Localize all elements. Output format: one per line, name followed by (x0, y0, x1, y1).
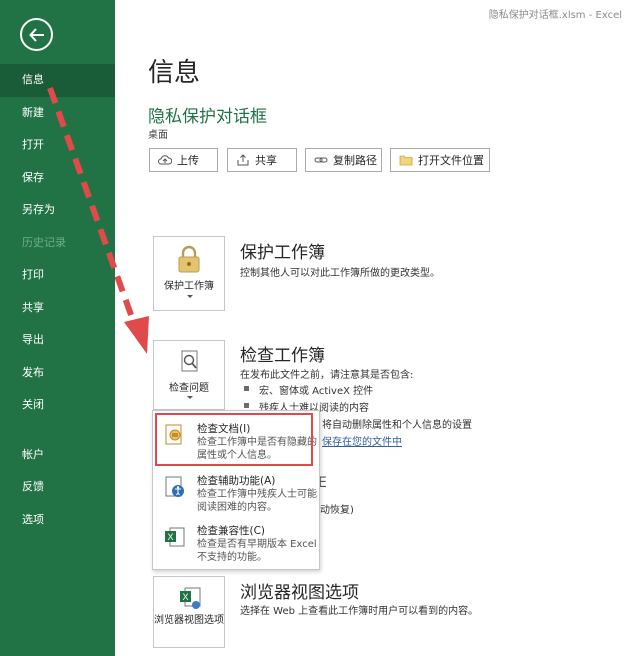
nav-options[interactable]: 选项 (0, 504, 115, 537)
svg-text:X: X (168, 532, 174, 542)
document-title: 隐私保护对话框 (148, 107, 267, 127)
cloud-upload-icon (158, 155, 172, 165)
menu-check-compatibility-desc: 检查是否有早期版本 Excel 不支持的功能。 (197, 539, 317, 563)
browser-view-options-label: 浏览器视图选项 (154, 615, 224, 626)
menu-check-accessibility[interactable]: 检查辅助功能(A) 检查工作簿中残疾人士可能阅读困难的内容。 (153, 471, 319, 519)
svg-text:X: X (183, 592, 189, 602)
compatibility-icon: X (165, 527, 185, 547)
inspect-document-icon (181, 350, 198, 372)
document-location: 桌面 (148, 130, 168, 141)
upload-label: 上传 (177, 154, 199, 167)
excel-backstage: 信息 新建 打开 保存 另存为 历史记录 打印 共享 导出 发布 关闭 帐户 反… (0, 0, 640, 656)
upload-button[interactable]: 上传 (149, 148, 218, 172)
check-issues-button[interactable]: 检查问题 (153, 340, 225, 410)
folder-icon (399, 155, 413, 166)
open-location-label: 打开文件位置 (418, 154, 484, 167)
nav-save-as[interactable]: 另存为 (0, 194, 115, 227)
copy-path-button[interactable]: 复制路径 (305, 148, 382, 172)
link-icon (314, 157, 328, 163)
nav-open[interactable]: 打开 (0, 129, 115, 162)
protect-section-desc: 控制其他人可以对此工作簿所做的更改类型。 (240, 268, 440, 279)
menu-check-compatibility[interactable]: X 检查兼容性(C) 检查是否有早期版本 Excel 不支持的功能。 (153, 521, 319, 569)
nav-new[interactable]: 新建 (0, 97, 115, 130)
menu-check-accessibility-desc: 检查工作簿中残疾人士可能阅读困难的内容。 (197, 489, 317, 513)
nav-save[interactable]: 保存 (0, 162, 115, 195)
inspect-bullet-macros: 宏、窗体或 ActiveX 控件 (243, 382, 373, 397)
check-issues-label: 检查问题 (169, 383, 209, 394)
chevron-down-icon (187, 396, 193, 399)
browser-section-title: 浏览器视图选项 (240, 583, 359, 603)
inspect-section-title: 检查工作簿 (240, 346, 325, 366)
share-label: 共享 (255, 154, 277, 167)
lock-icon (178, 245, 200, 273)
back-button[interactable] (20, 18, 53, 51)
menu-check-compatibility-title: 检查兼容性(C) (197, 525, 266, 537)
nav-publish[interactable]: 发布 (0, 357, 115, 390)
protect-workbook-label: 保护工作簿 (164, 281, 214, 292)
nav-feedback[interactable]: 反馈 (0, 471, 115, 504)
saved-in-file-link[interactable]: 保存在您的文件中 (322, 433, 402, 448)
share-icon (237, 154, 249, 166)
backstage-nav: 信息 新建 打开 保存 另存为 历史记录 打印 共享 导出 发布 关闭 帐户 反… (0, 64, 115, 536)
nav-close[interactable]: 关闭 (0, 389, 115, 422)
nav-history: 历史记录 (22, 235, 66, 249)
inspect-section-desc: 在发布此文件之前，请注意其是否包含: (240, 370, 414, 381)
share-button[interactable]: 共享 (227, 148, 297, 172)
inspect-bullet-properties: 将自动删除属性和个人信息的设置 (322, 420, 472, 431)
menu-check-accessibility-title: 检查辅助功能(A) (197, 475, 276, 487)
chevron-down-icon (187, 295, 193, 298)
open-location-button[interactable]: 打开文件位置 (390, 148, 490, 172)
nav-share[interactable]: 共享 (0, 292, 115, 325)
manage-desc-fragment: 动恢复) (320, 505, 354, 516)
backstage-sidebar: 信息 新建 打开 保存 另存为 历史记录 打印 共享 导出 发布 关闭 帐户 反… (0, 0, 115, 656)
highlight-annotation (155, 413, 313, 466)
window-title: 隐私保护对话框.xlsm - Excel (488, 10, 622, 21)
page-title: 信息 (148, 58, 201, 88)
nav-print[interactable]: 打印 (0, 259, 115, 292)
back-arrow-icon (29, 28, 44, 42)
excel-web-icon: X (180, 587, 201, 609)
accessibility-icon (165, 476, 184, 497)
nav-info[interactable]: 信息 (0, 64, 115, 97)
browser-section-desc: 选择在 Web 上查看此工作簿时用户可以看到的内容。 (240, 606, 479, 617)
protect-workbook-button[interactable]: 保护工作簿 (153, 236, 225, 311)
nav-account[interactable]: 帐户 (0, 439, 115, 472)
browser-view-options-button[interactable]: X 浏览器视图选项 (153, 576, 225, 648)
copy-path-label: 复制路径 (333, 154, 377, 167)
nav-export[interactable]: 导出 (0, 324, 115, 357)
protect-section-title: 保护工作簿 (240, 243, 325, 263)
